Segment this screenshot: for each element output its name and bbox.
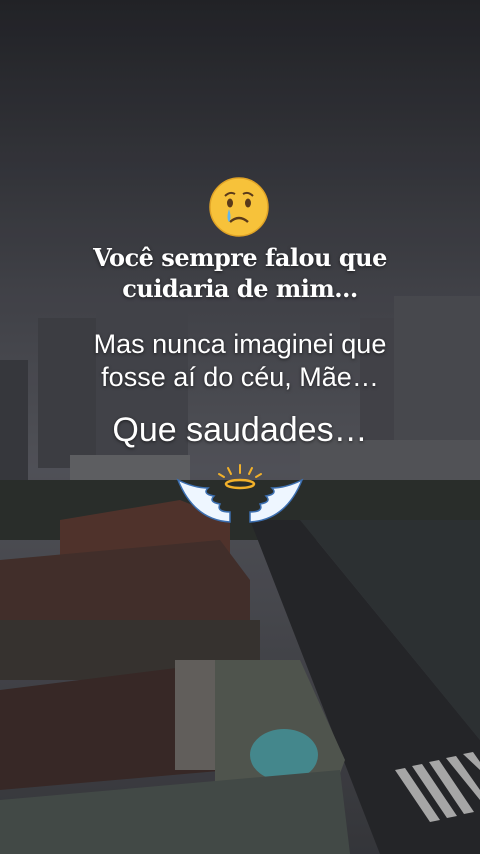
caption-line-2: Mas nunca imaginei que fosse aí do céu, … — [93, 329, 387, 392]
caption-line-1: Você sempre falou que cuidaria de mim… — [93, 243, 387, 303]
sad-face-emoji-icon — [209, 177, 269, 237]
angel-wings-halo-icon — [176, 464, 304, 523]
caption-line-3: Que saudades… — [112, 411, 368, 449]
